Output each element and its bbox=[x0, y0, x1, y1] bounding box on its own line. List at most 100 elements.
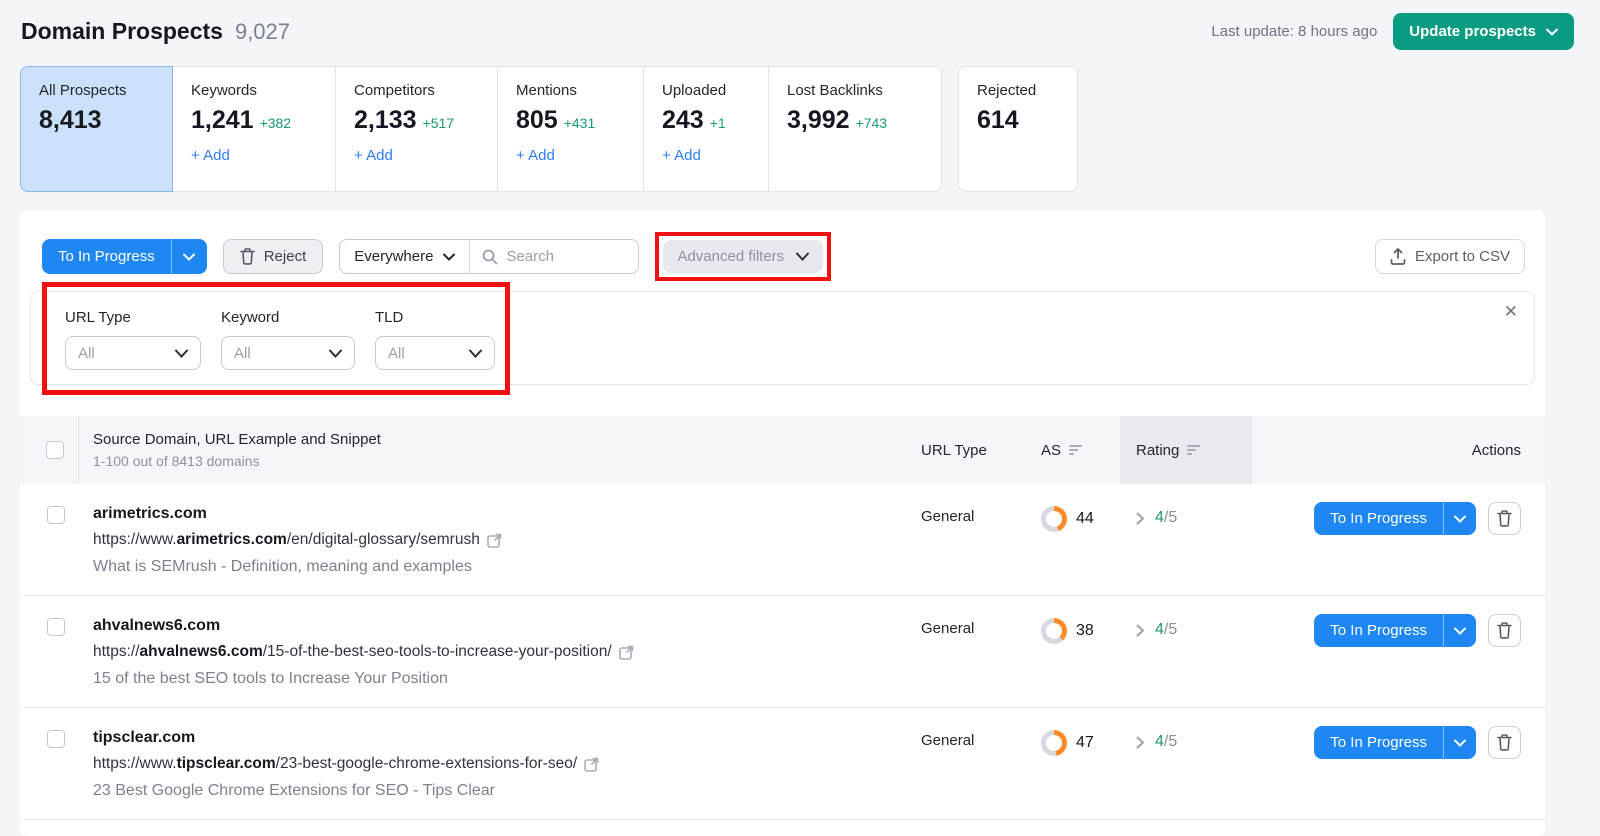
page-header: Domain Prospects 9,027 Last update: 8 ho… bbox=[0, 0, 1600, 50]
advanced-filters-dropdown[interactable]: Advanced filters bbox=[663, 240, 824, 273]
row-action-split-button: To In Progress bbox=[1314, 726, 1476, 759]
update-prospects-button[interactable]: Update prospects bbox=[1393, 13, 1574, 50]
column-actions: Actions bbox=[1471, 441, 1521, 459]
chevron-right-icon[interactable] bbox=[1136, 512, 1145, 525]
snippet-text: 23 Best Google Chrome Extensions for SEO… bbox=[93, 782, 495, 799]
authority-score-donut bbox=[1041, 506, 1067, 532]
export-icon bbox=[1390, 248, 1406, 265]
row-action-caret-button[interactable] bbox=[1443, 726, 1476, 759]
url-example: https://www.tipsclear.com/23-best-google… bbox=[93, 755, 905, 773]
row-delete-button[interactable] bbox=[1488, 614, 1521, 647]
tld-select[interactable]: All bbox=[375, 336, 495, 370]
chevron-down-icon bbox=[175, 349, 188, 358]
reject-button[interactable]: Reject bbox=[222, 239, 324, 274]
row-checkbox[interactable] bbox=[47, 506, 65, 524]
trash-icon bbox=[239, 248, 255, 265]
rating-value: 4/5 bbox=[1155, 733, 1178, 750]
prospects-table: Source Domain, URL Example and Snippet 1… bbox=[20, 416, 1545, 820]
url-example: https://ahvalnews6.com/15-of-the-best-se… bbox=[93, 643, 905, 661]
export-to-csv-button[interactable]: Export to CSV bbox=[1374, 239, 1525, 274]
chevron-right-icon[interactable] bbox=[1136, 736, 1145, 749]
snippet-text: What is SEMrush - Definition, meaning an… bbox=[93, 558, 472, 575]
url-example: https://www.arimetrics.com/en/digital-gl… bbox=[93, 531, 905, 549]
close-icon[interactable]: ✕ bbox=[1504, 302, 1518, 322]
chevron-down-icon bbox=[1454, 515, 1466, 523]
table-row: ahvalnews6.com https://ahvalnews6.com/15… bbox=[20, 596, 1545, 708]
tab-uploaded[interactable]: Uploaded 243 +1 + Add bbox=[643, 66, 769, 192]
select-all-checkbox[interactable] bbox=[46, 441, 64, 459]
add-keywords-link[interactable]: + Add bbox=[191, 147, 317, 164]
tab-mentions[interactable]: Mentions 805 +431 + Add bbox=[497, 66, 644, 192]
url-type-value: General bbox=[921, 732, 975, 749]
page-title: Domain Prospects bbox=[21, 18, 223, 44]
filter-url-type: URL Type All bbox=[65, 309, 201, 384]
tab-keywords[interactable]: Keywords 1,241 +382 + Add bbox=[172, 66, 336, 192]
prospects-panel: To In Progress Reject Everywhere Search … bbox=[20, 210, 1545, 836]
authority-score-value: 47 bbox=[1076, 734, 1094, 751]
row-checkbox[interactable] bbox=[47, 730, 65, 748]
row-action-caret-button[interactable] bbox=[1443, 502, 1476, 535]
column-as-sort[interactable]: AS bbox=[1041, 416, 1120, 484]
row-range-text: 1-100 out of 8413 domains bbox=[93, 453, 260, 469]
bulk-to-in-progress-button[interactable]: To In Progress bbox=[42, 239, 171, 274]
chevron-right-icon[interactable] bbox=[1136, 624, 1145, 637]
trash-icon bbox=[1497, 734, 1512, 751]
tab-lost-backlinks[interactable]: Lost Backlinks 3,992 +743 bbox=[768, 66, 942, 192]
column-url-type: URL Type bbox=[921, 441, 987, 459]
row-action-caret-button[interactable] bbox=[1443, 614, 1476, 647]
chevron-down-icon bbox=[1454, 739, 1466, 747]
table-row: tipsclear.com https://www.tipsclear.com/… bbox=[20, 708, 1545, 820]
to-in-progress-button[interactable]: To In Progress bbox=[1314, 726, 1443, 759]
filter-tld: TLD All bbox=[375, 309, 495, 384]
trash-icon bbox=[1497, 622, 1512, 639]
table-header: Source Domain, URL Example and Snippet 1… bbox=[20, 416, 1545, 484]
row-checkbox[interactable] bbox=[47, 618, 65, 636]
to-in-progress-button[interactable]: To In Progress bbox=[1314, 614, 1443, 647]
rating-value: 4/5 bbox=[1155, 509, 1178, 526]
chevron-down-icon bbox=[1454, 627, 1466, 635]
row-action-split-button: To In Progress bbox=[1314, 614, 1476, 647]
source-domain: arimetrics.com bbox=[93, 505, 207, 522]
external-link-icon[interactable] bbox=[487, 533, 502, 548]
sort-icon bbox=[1069, 445, 1083, 455]
sort-icon bbox=[1187, 445, 1201, 455]
add-competitors-link[interactable]: + Add bbox=[354, 147, 479, 164]
search-input[interactable] bbox=[506, 248, 627, 265]
table-row: arimetrics.com https://www.arimetrics.co… bbox=[20, 484, 1545, 596]
authority-score-donut bbox=[1041, 618, 1067, 644]
keyword-select[interactable]: All bbox=[221, 336, 355, 370]
advanced-filters-panel: URL Type All Keyword All TLD All ✕ bbox=[30, 282, 1535, 395]
url-type-select[interactable]: All bbox=[65, 336, 201, 370]
snippet-text: 15 of the best SEO tools to Increase You… bbox=[93, 670, 448, 687]
annotation-box-advanced-filters: Advanced filters bbox=[655, 232, 832, 281]
delta-badge: +382 bbox=[259, 115, 292, 131]
row-delete-button[interactable] bbox=[1488, 726, 1521, 759]
url-type-value: General bbox=[921, 508, 975, 525]
chevron-down-icon bbox=[796, 252, 810, 261]
total-prospects-count: 9,027 bbox=[234, 19, 291, 44]
search-icon bbox=[482, 249, 498, 265]
search-scope-dropdown[interactable]: Everywhere bbox=[340, 240, 471, 273]
delta-badge: +1 bbox=[709, 115, 726, 131]
prospect-tabs: All Prospects 8,413 Keywords 1,241 +382 +… bbox=[20, 66, 1600, 192]
row-delete-button[interactable] bbox=[1488, 502, 1521, 535]
tab-all-prospects[interactable]: All Prospects 8,413 bbox=[20, 66, 173, 192]
bulk-action-caret-button[interactable] bbox=[170, 239, 207, 274]
source-domain: tipsclear.com bbox=[93, 729, 196, 746]
tab-competitors[interactable]: Competitors 2,133 +517 + Add bbox=[335, 66, 498, 192]
authority-score-donut bbox=[1041, 730, 1067, 756]
add-mentions-link[interactable]: + Add bbox=[516, 147, 625, 164]
chevron-down-icon bbox=[469, 349, 482, 358]
add-uploaded-link[interactable]: + Add bbox=[662, 147, 750, 164]
rating-value: 4/5 bbox=[1155, 621, 1178, 638]
row-action-split-button: To In Progress bbox=[1314, 502, 1476, 535]
chevron-down-icon bbox=[183, 253, 196, 261]
chevron-down-icon bbox=[443, 253, 456, 261]
external-link-icon[interactable] bbox=[618, 645, 634, 660]
external-link-icon[interactable] bbox=[584, 757, 599, 772]
chevron-down-icon bbox=[329, 349, 342, 358]
tab-rejected[interactable]: Rejected 614 bbox=[958, 66, 1078, 192]
column-rating-sort[interactable]: Rating bbox=[1136, 416, 1252, 484]
to-in-progress-button[interactable]: To In Progress bbox=[1314, 502, 1443, 535]
trash-icon bbox=[1497, 510, 1512, 527]
